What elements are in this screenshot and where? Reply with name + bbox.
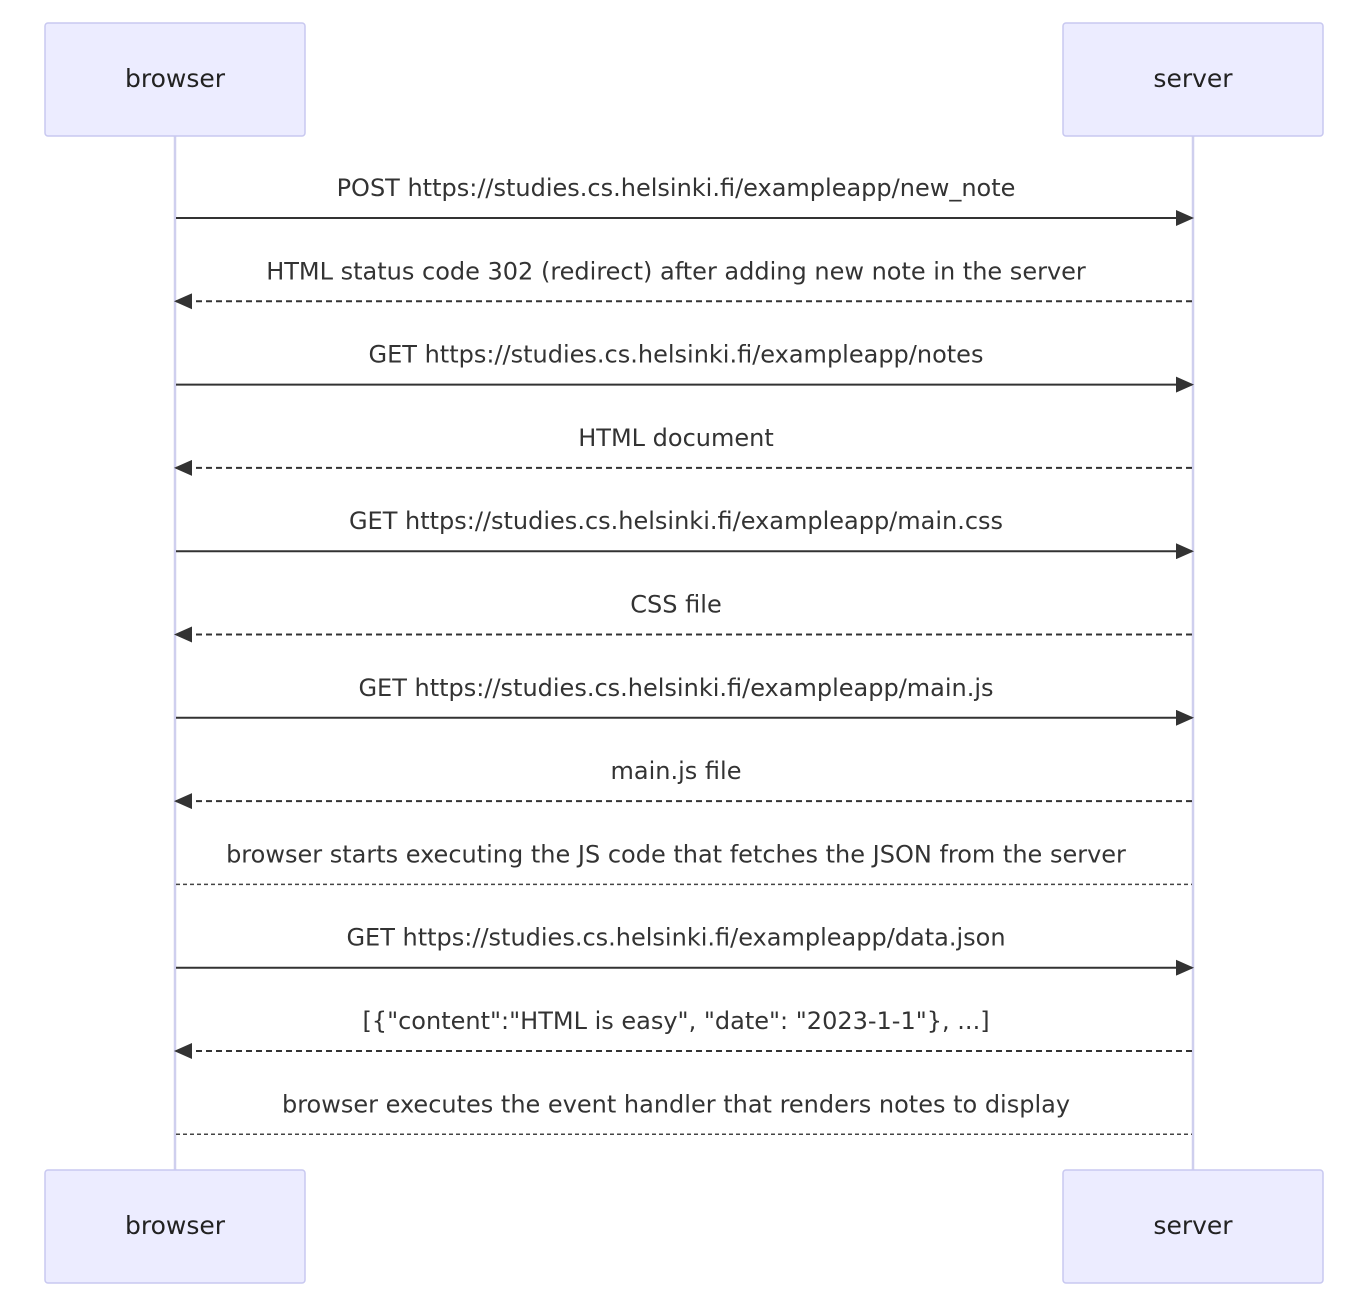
- message-request: POST https://studies.cs.helsinki.fi/exam…: [176, 174, 1194, 226]
- message-label: [{"content":"HTML is easy", "date": "202…: [362, 1007, 989, 1035]
- message-response: [{"content":"HTML is easy", "date": "202…: [174, 1007, 1192, 1059]
- actor-server-bottom-label: server: [1153, 1211, 1233, 1240]
- message-request: GET https://studies.cs.helsinki.fi/examp…: [176, 924, 1194, 976]
- message-label: POST https://studies.cs.helsinki.fi/exam…: [337, 174, 1016, 202]
- message-note: browser executes the event handler that …: [176, 1090, 1192, 1136]
- actor-server-bottom: server: [1062, 1169, 1324, 1284]
- message-label: browser executes the event handler that …: [282, 1090, 1070, 1118]
- message-response: HTML status code 302 (redirect) after ad…: [174, 257, 1192, 310]
- actor-browser-bottom: browser: [44, 1169, 306, 1284]
- message-request: GET https://studies.cs.helsinki.fi/examp…: [176, 507, 1194, 560]
- message-label: GET https://studies.cs.helsinki.fi/examp…: [369, 341, 984, 369]
- message-response: main.js file: [174, 757, 1192, 810]
- message-label: main.js file: [611, 757, 742, 785]
- message-label: HTML status code 302 (redirect) after ad…: [266, 257, 1086, 285]
- actor-browser-bottom-label: browser: [125, 1211, 226, 1240]
- message-label: HTML document: [578, 424, 774, 452]
- actor-browser-top-label: browser: [125, 64, 226, 93]
- message-response: HTML document: [174, 424, 1192, 476]
- message-label: browser starts executing the JS code tha…: [226, 840, 1126, 868]
- message-request: GET https://studies.cs.helsinki.fi/examp…: [176, 341, 1194, 393]
- message-list: POST https://studies.cs.helsinki.fi/exam…: [174, 174, 1194, 1136]
- sequence-diagram: browser server browser server POST https…: [44, 22, 1324, 1284]
- actor-server-top: server: [1062, 22, 1324, 137]
- actor-server-top-label: server: [1153, 64, 1233, 93]
- actor-browser-top: browser: [44, 22, 306, 137]
- message-response: CSS file: [174, 591, 1192, 643]
- message-label: GET https://studies.cs.helsinki.fi/examp…: [349, 507, 1003, 535]
- message-label: GET https://studies.cs.helsinki.fi/examp…: [358, 674, 993, 702]
- message-label: GET https://studies.cs.helsinki.fi/examp…: [346, 924, 1005, 952]
- message-request: GET https://studies.cs.helsinki.fi/examp…: [176, 674, 1194, 726]
- message-note: browser starts executing the JS code tha…: [176, 840, 1192, 886]
- message-label: CSS file: [630, 591, 721, 619]
